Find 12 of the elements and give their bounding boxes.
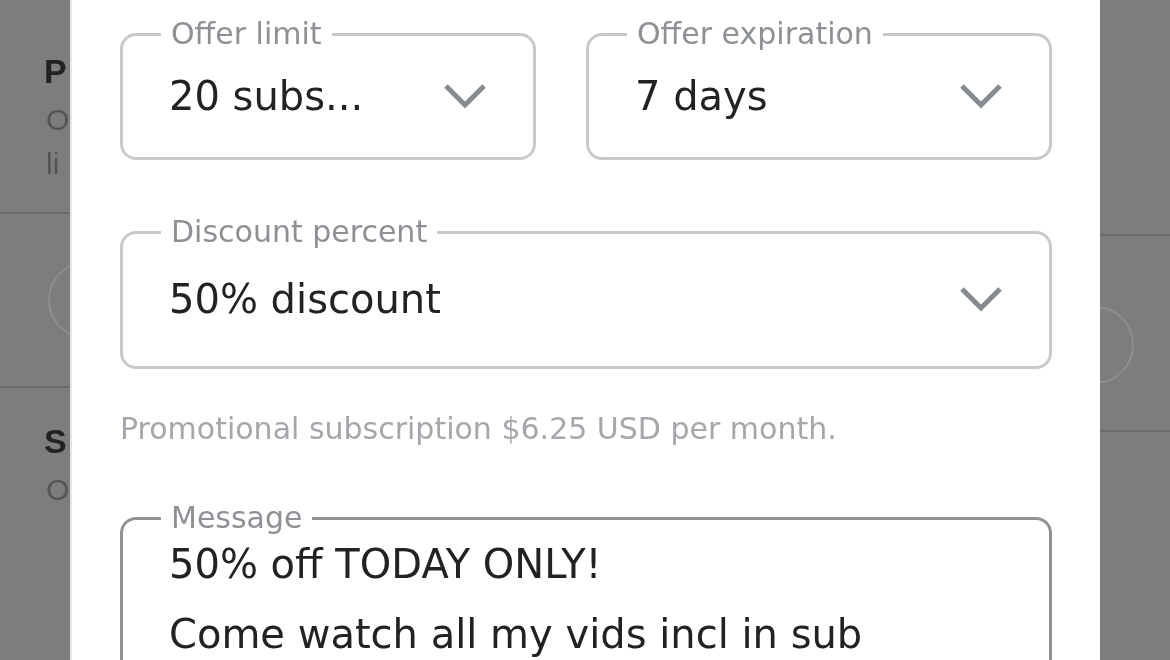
field-label: Discount percent <box>170 213 429 251</box>
chevron-down-icon <box>443 82 487 109</box>
field-label: Offer limit <box>170 15 323 53</box>
message-line: Come watch all my vids incl in sub <box>169 610 864 659</box>
message-line: 50% off TODAY ONLY! <box>169 540 603 589</box>
page-heading: S <box>44 421 67 462</box>
field-label: Offer expiration <box>636 15 874 53</box>
page-heading: P <box>44 51 67 92</box>
chevron-down-icon <box>959 82 1003 109</box>
field-label: Message <box>170 499 304 537</box>
helper-text: Promotional subscription $6.25 USD per month. <box>120 411 838 446</box>
chevron-down-icon <box>959 286 1003 312</box>
